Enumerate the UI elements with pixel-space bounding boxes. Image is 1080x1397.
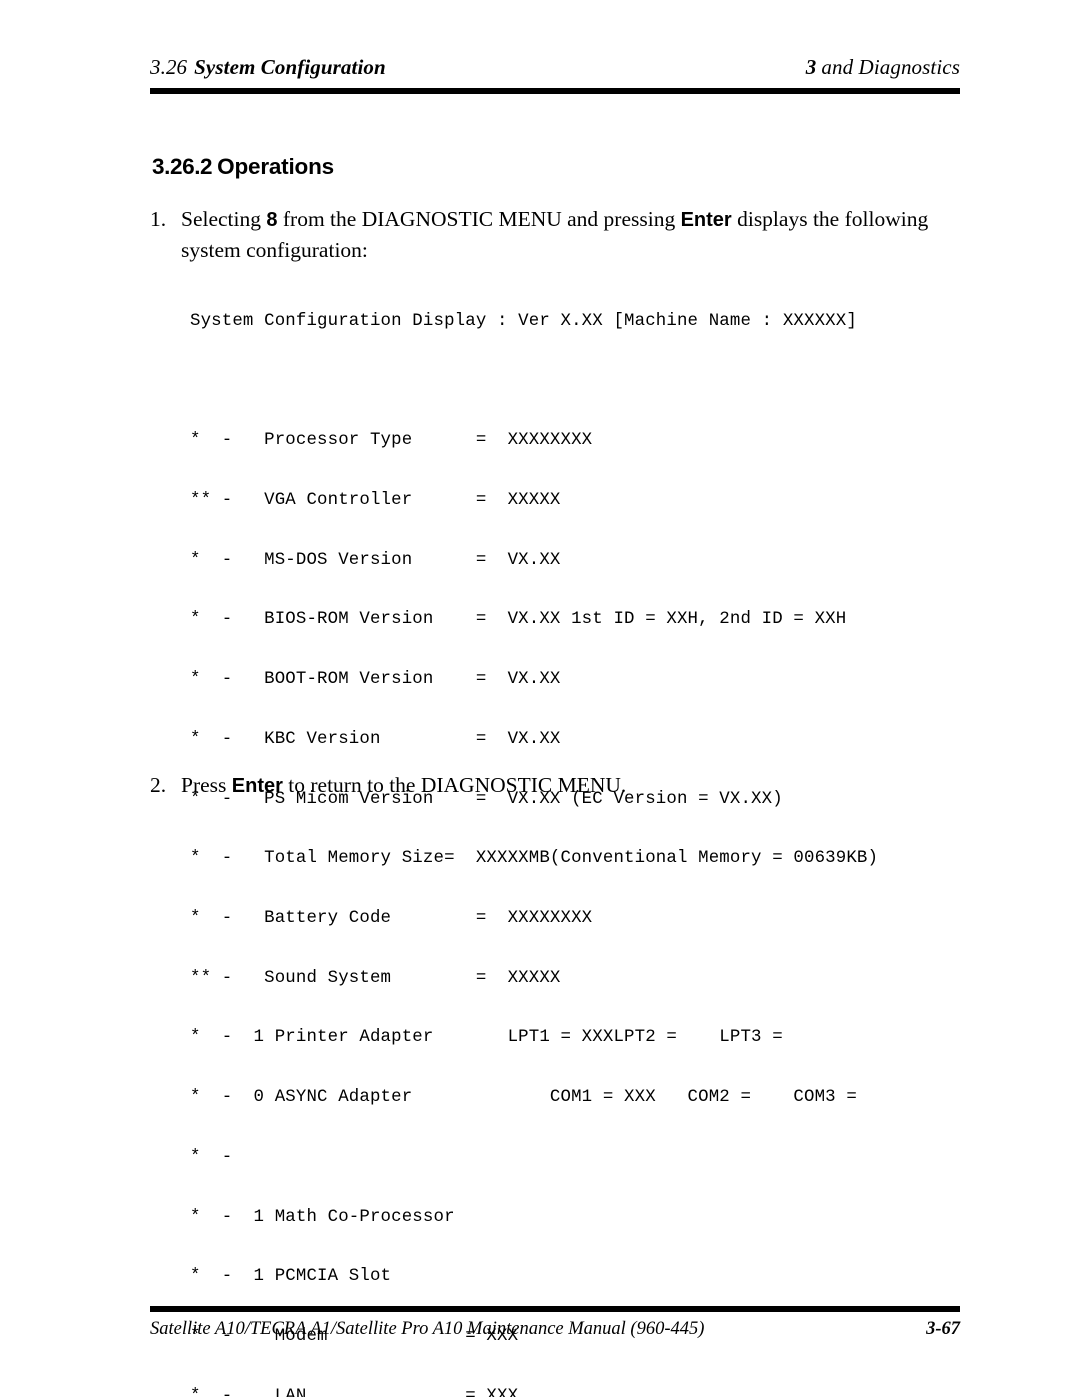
header-left: 3.26 System Configuration	[150, 55, 386, 80]
step-2-text-after: to return to the DIAGNOSTIC MENU.	[282, 773, 627, 797]
listing-line: * - Battery Code = XXXXXXXX	[190, 908, 593, 928]
header-chapter-title: and Diagnostics	[821, 55, 960, 79]
step-1-text-before: Selecting	[181, 207, 267, 231]
listing-line: * - 0 ASYNC Adapter COM1 = XXX COM2 = CO…	[190, 1088, 857, 1108]
header-section-number: 3.26	[150, 55, 188, 79]
step-2-text-before: Press	[181, 773, 232, 797]
listing-line: * - 1 PCMCIA Slot	[190, 1267, 392, 1287]
step-1-text-middle: from the DIAGNOSTIC MENU and pressing	[277, 207, 681, 231]
document-page: 3.26 System Configuration 3 and Diagnostic…	[0, 0, 1080, 1397]
listing-title-line: System Configuration Display : Ver X.XX …	[190, 311, 857, 331]
footer-page-number: 3-67	[926, 1319, 960, 1339]
section-title: Operations	[217, 154, 334, 179]
listing-spacer	[190, 372, 878, 392]
page-title: 3.26.2 Operations	[152, 154, 334, 180]
running-footer: Satellite A10/TECRA A1/Satellite Pro A10…	[150, 1319, 960, 1340]
step-item-1: 1. Selecting 8 from the DIAGNOSTIC MENU …	[150, 204, 950, 265]
listing-line: * - MS-DOS Version = VX.XX	[190, 550, 561, 570]
listing-line: * - LAN = XXX	[190, 1386, 519, 1397]
step-1-key-8: 8	[266, 209, 278, 231]
listing-line: * -	[190, 1147, 233, 1167]
listing-line: * - BIOS-ROM Version = VX.XX 1st ID = XX…	[190, 610, 847, 630]
listing-line: * - Total Memory Size= XXXXXMB(Conventio…	[190, 849, 879, 869]
header-divider	[150, 88, 960, 94]
listing-line: ** - Sound System = XXXXX	[190, 968, 561, 988]
footer-divider	[150, 1306, 960, 1312]
running-header: 3.26 System Configuration 3 and Diagnostic…	[150, 55, 960, 80]
listing-line: * - KBC Version = VX.XX	[190, 729, 561, 749]
step-item-2: 2. Press Enter to return to the DIAGNOST…	[150, 770, 950, 801]
listing-line: * - BOOT-ROM Version = VX.XX	[190, 670, 561, 690]
header-chapter-number: 3	[805, 55, 817, 79]
step-2-body: Press Enter to return to the DIAGNOSTIC …	[181, 770, 950, 801]
header-right: 3 and Diagnostics	[806, 55, 960, 80]
listing-line: ** - VGA Controller = XXXXX	[190, 490, 561, 510]
step-1-body: Selecting 8 from the DIAGNOSTIC MENU and…	[181, 204, 950, 265]
listing-line: * - Processor Type = XXXXXXXX	[190, 431, 593, 451]
step-1-marker: 1.	[150, 207, 167, 231]
step-1-key-enter: Enter	[680, 209, 732, 231]
step-2-marker: 2.	[150, 773, 167, 797]
header-section-title: System Configuration	[194, 55, 386, 79]
listing-line: * - 1 Math Co-Processor	[190, 1207, 455, 1227]
listing-line: * - 1 Printer Adapter LPT1 = XXXLPT2 = L…	[190, 1028, 783, 1048]
section-number: 3.26.2	[152, 154, 213, 179]
footer-manual-title: Satellite A10/TECRA A1/Satellite Pro A10…	[150, 1319, 705, 1339]
system-configuration-listing: System Configuration Display : Ver X.XX …	[190, 272, 878, 1397]
step-2-key-enter: Enter	[231, 775, 283, 797]
